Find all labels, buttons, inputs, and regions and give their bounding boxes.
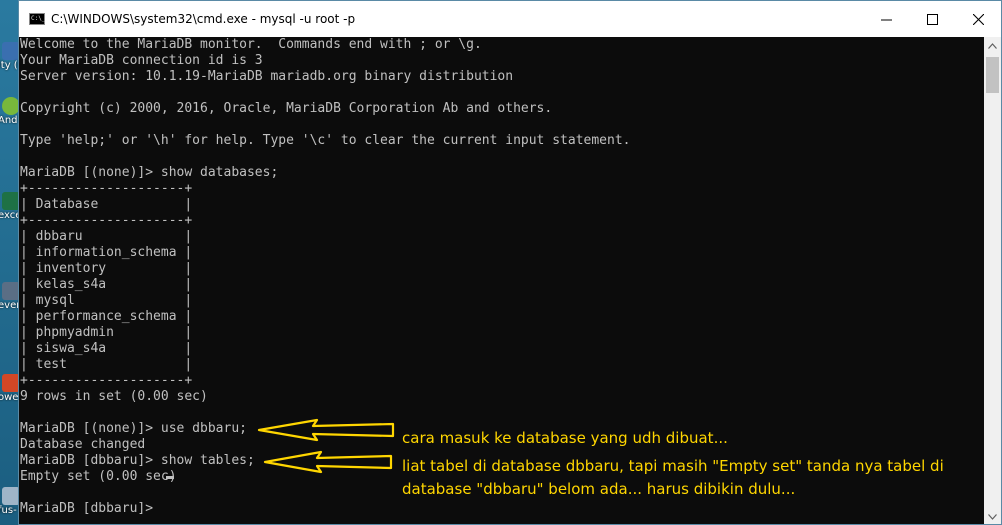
console-output[interactable]: Welcome to the MariaDB monitor. Commands…: [19, 37, 983, 524]
console-line: Copyright (c) 2000, 2016, Oracle, MariaD…: [20, 101, 553, 116]
console-line: | dbbaru |: [20, 229, 193, 244]
annotation-text-2: liat tabel di database dbbaru, tapi masi…: [402, 457, 944, 475]
chevron-down-icon: [988, 513, 997, 520]
title-bar[interactable]: C:\_ C:\WINDOWS\system32\cmd.exe - mysql…: [19, 1, 1001, 37]
console-line: MariaDB [dbbaru]>: [20, 501, 161, 516]
scroll-down-button[interactable]: [984, 508, 1001, 524]
arrow-annotation-2: [263, 450, 393, 474]
annotation-text-3: database "dbbaru" belom ada... harus dib…: [402, 480, 796, 498]
console-line: | phpmyadmin |: [20, 325, 193, 340]
minimize-icon: [880, 19, 892, 20]
console-line: +--------------------+: [20, 181, 193, 196]
console-line: | siswa_s4a |: [20, 341, 193, 356]
console-line: Your MariaDB connection id is 3: [20, 53, 263, 68]
minimize-button[interactable]: [863, 1, 909, 37]
console-line: Type 'help;' or '\h' for help. Type '\c'…: [20, 133, 631, 148]
scroll-up-button[interactable]: [984, 37, 1001, 54]
cmd-icon-text: C:\_: [31, 15, 46, 22]
chevron-up-icon: [988, 42, 997, 49]
console-line: 9 rows in set (0.00 sec): [20, 389, 208, 404]
console-line: | information_schema |: [20, 245, 193, 260]
console-line: | kelas_s4a |: [20, 277, 193, 292]
console-line: | inventory |: [20, 261, 193, 276]
console-line: Empty set (0.00 sec): [20, 469, 177, 484]
close-button[interactable]: [955, 1, 1001, 37]
console-line: Server version: 10.1.19-MariaDB mariadb.…: [20, 69, 514, 84]
annotation-text-1: cara masuk ke database yang udh dibuat..…: [402, 429, 728, 447]
desktop-shortcut-label: owe: [0, 392, 19, 403]
console-line: +--------------------+: [20, 213, 193, 228]
console-line: MariaDB [(none)]> show databases;: [20, 165, 279, 180]
cmd-icon[interactable]: C:\_: [29, 13, 45, 25]
close-icon: [972, 13, 984, 25]
maximize-button[interactable]: [909, 1, 955, 37]
vertical-scrollbar[interactable]: [984, 37, 1001, 524]
console-line: | performance_schema |: [20, 309, 193, 324]
window-title: C:\WINDOWS\system32\cmd.exe - mysql -u r…: [51, 12, 356, 26]
console-line: Database changed: [20, 437, 146, 452]
maximize-icon: [926, 13, 938, 25]
console-line: +--------------------+: [20, 373, 193, 388]
text-cursor: [166, 476, 174, 479]
console-line: MariaDB [(none)]> use dbbaru;: [20, 421, 247, 436]
console-line: | Database |: [20, 197, 193, 212]
console-line: | test |: [20, 357, 193, 372]
cmd-window: C:\_ C:\WINDOWS\system32\cmd.exe - mysql…: [18, 0, 1002, 525]
console-line: Welcome to the MariaDB monitor. Commands…: [20, 37, 482, 52]
scroll-thumb[interactable]: [986, 57, 999, 93]
console-line: MariaDB [dbbaru]> show tables;: [20, 453, 255, 468]
arrow-annotation-1: [257, 418, 395, 442]
console-line: | mysql |: [20, 293, 193, 308]
